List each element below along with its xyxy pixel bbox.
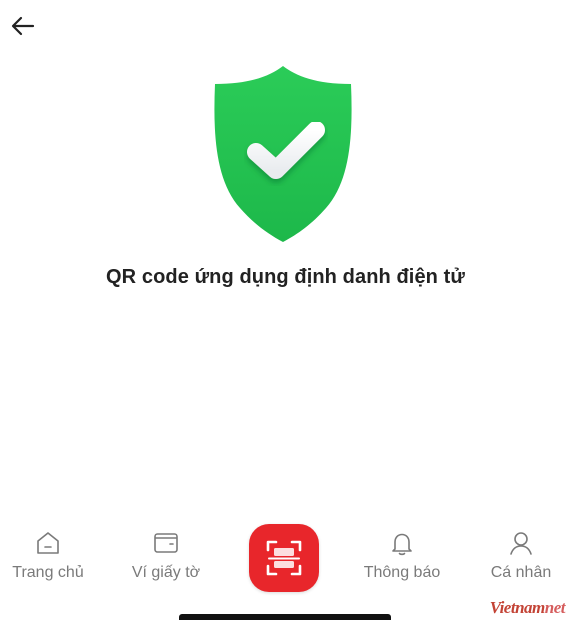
bell-icon <box>387 528 417 558</box>
back-button[interactable] <box>8 12 38 40</box>
wallet-icon <box>151 528 181 558</box>
bottom-nav: Trang chủ Ví giấy tờ Thông báo Cá nhân <box>0 520 571 620</box>
nav-label-notifications: Thông báo <box>363 564 441 581</box>
qr-scan-button[interactable] <box>249 524 319 592</box>
watermark-logo: Vietnamnet <box>489 598 566 618</box>
page-title: QR code ứng dụng định danh điện tử <box>106 266 465 288</box>
nav-item-notifications[interactable]: Thông báo <box>355 528 449 582</box>
nav-label-profile: Cá nhân <box>490 564 552 581</box>
nav-item-wallet[interactable]: Ví giấy tờ <box>124 528 208 582</box>
nav-item-home[interactable]: Trang chủ <box>5 528 91 582</box>
nav-label-home: Trang chủ <box>12 564 84 581</box>
watermark-brand: Vietnam <box>489 598 546 617</box>
home-indicator <box>179 614 391 620</box>
shield-check-icon <box>214 66 352 242</box>
qr-scan-icon <box>266 540 302 576</box>
nav-label-wallet: Ví giấy tờ <box>131 564 201 581</box>
screen: QR code ứng dụng định danh điện tử Trang… <box>0 0 571 620</box>
home-icon <box>33 528 63 558</box>
user-icon <box>506 528 536 558</box>
arrow-left-icon <box>11 16 35 36</box>
watermark-suffix: net <box>544 598 566 617</box>
nav-item-profile[interactable]: Cá nhân <box>484 528 558 582</box>
